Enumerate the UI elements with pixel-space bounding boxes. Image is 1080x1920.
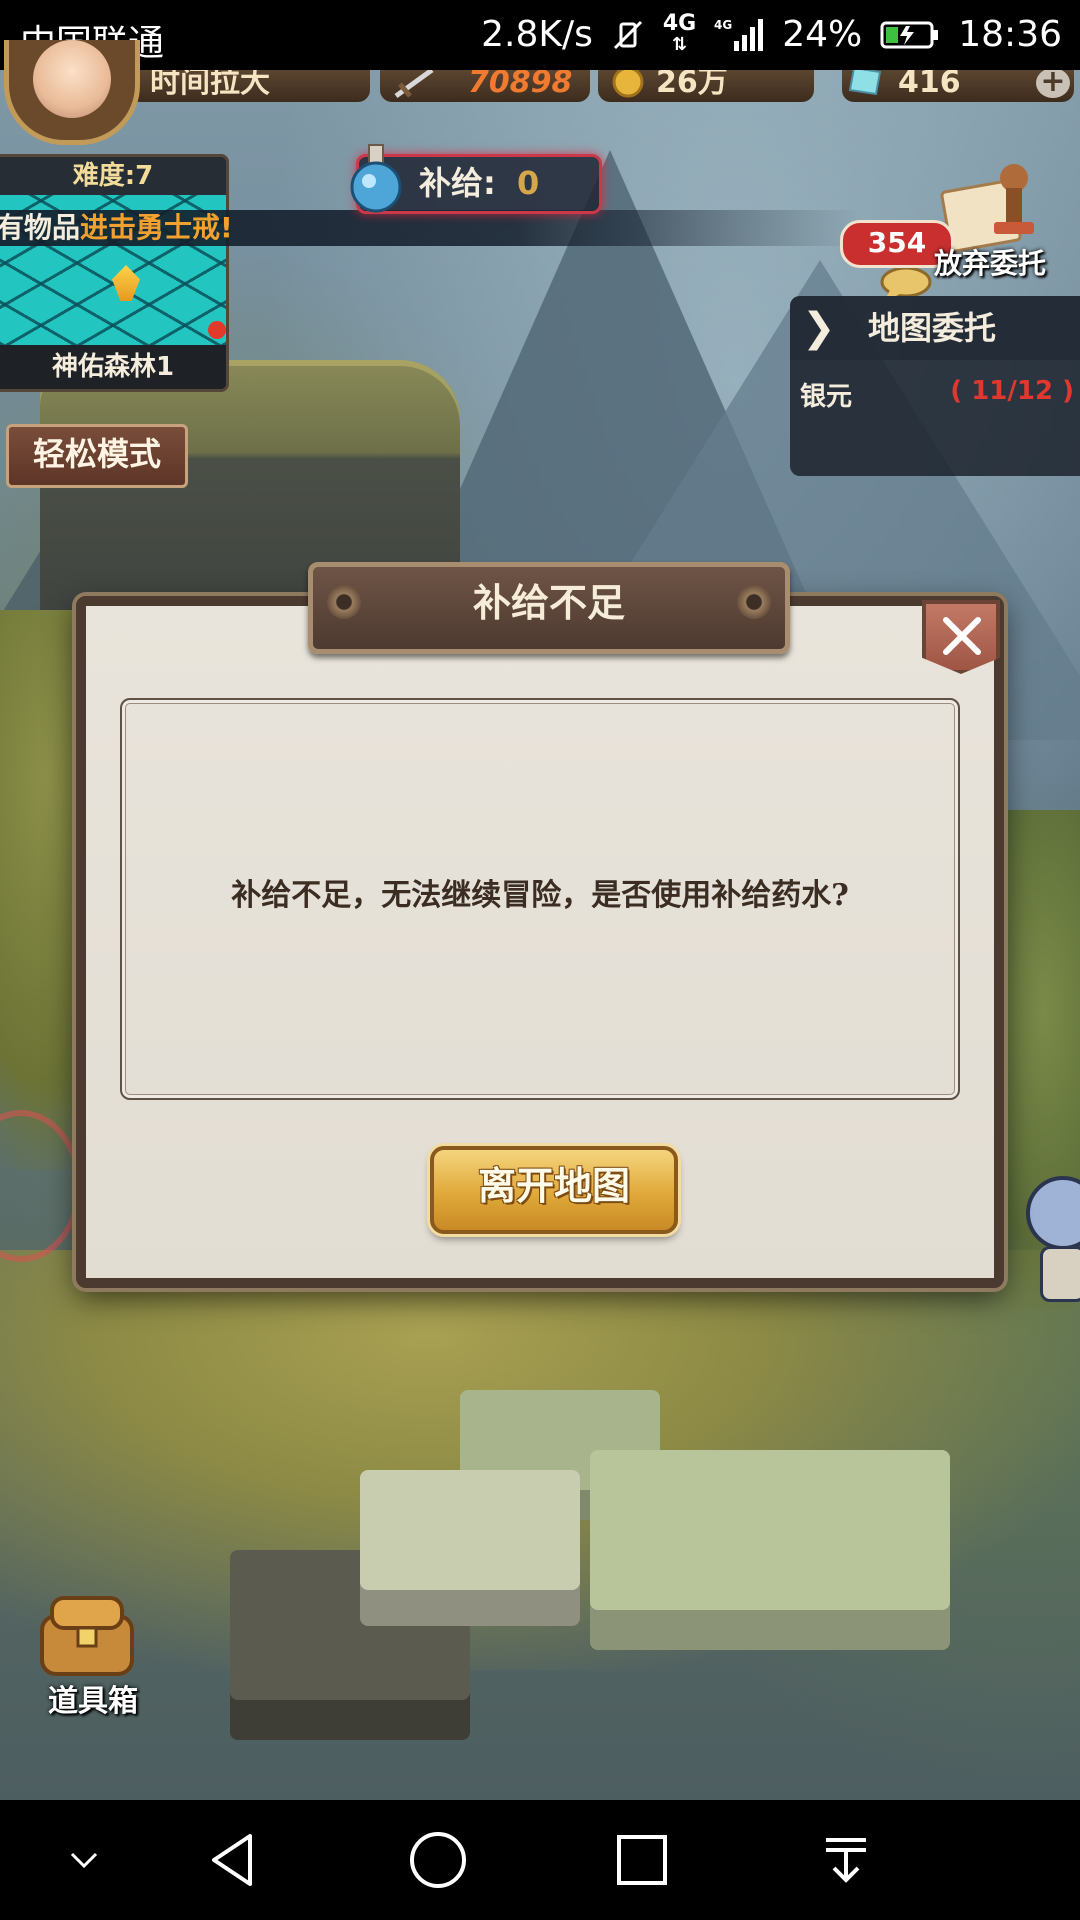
insufficient-supply-dialog: 补给不足 补给不足，无法继续冒险，是否使用补给药水? 离开地图 [76,562,1004,1288]
chevron-down-icon[interactable] [52,1828,116,1892]
navigation-bar [0,1800,1080,1920]
recent-apps-icon[interactable] [610,1828,674,1892]
ornament-knob-icon [737,585,771,619]
leave-map-button[interactable]: 离开地图 [430,1146,678,1234]
notification-pull-icon[interactable] [814,1828,878,1892]
close-button[interactable] [922,600,1000,674]
home-icon[interactable] [406,1828,470,1892]
dialog-message: 补给不足，无法继续冒险，是否使用补给药水? [231,878,849,913]
ornament-knob-icon [327,585,361,619]
dialog-title: 补给不足 [472,581,625,625]
dialog-title-plate: 补给不足 [308,562,790,654]
close-icon [940,614,984,658]
game-screen: 中国联通 2.8K/s 4G ⇅ 4G 24% 18:36 时间拉大 [0,0,1080,1920]
dialog-message-box: 补给不足，无法继续冒险，是否使用补给药水? [120,698,960,1100]
back-icon[interactable] [202,1828,266,1892]
